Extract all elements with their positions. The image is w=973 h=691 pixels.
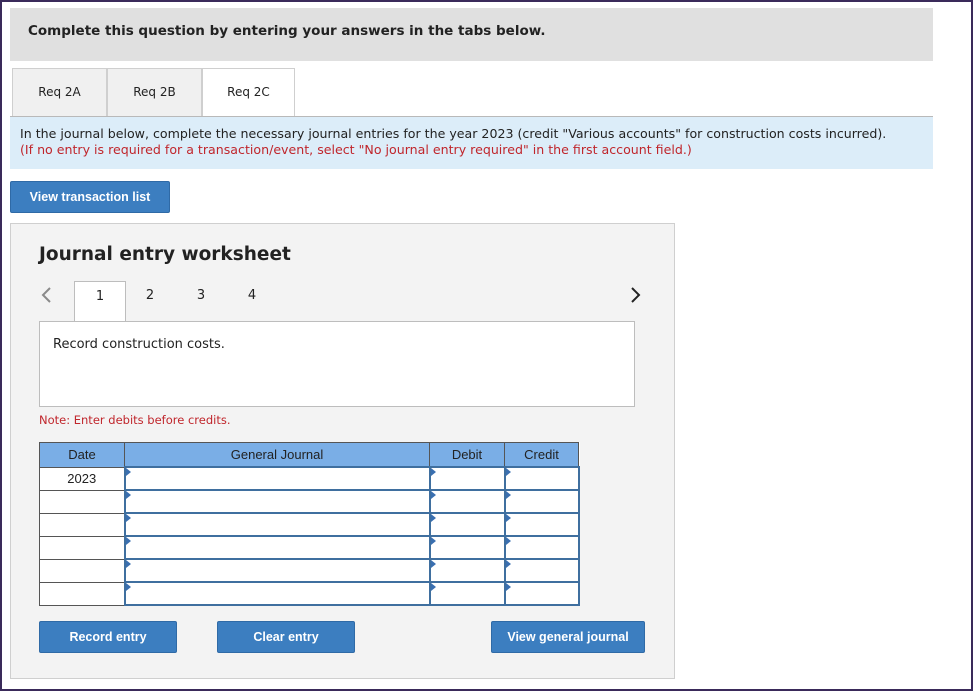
credit-input[interactable] [503, 512, 580, 537]
debit-input[interactable] [428, 581, 506, 606]
table-row [39, 581, 580, 606]
page-tab-3[interactable]: 3 [176, 281, 226, 321]
chevron-right-icon[interactable] [630, 286, 642, 308]
date-cell [39, 535, 125, 560]
credit-input[interactable] [503, 581, 580, 606]
account-select[interactable] [123, 489, 431, 514]
chevron-left-icon[interactable] [40, 286, 52, 308]
worksheet-title: Journal entry worksheet [39, 244, 291, 265]
account-select[interactable] [123, 535, 431, 560]
journal-table: Date General Journal Debit Credit 2023 [39, 442, 580, 606]
credit-input[interactable] [503, 489, 580, 514]
credit-input[interactable] [503, 558, 580, 583]
table-row [39, 535, 580, 560]
requirement-tabs: Req 2A Req 2B Req 2C [10, 68, 933, 117]
credit-input[interactable] [503, 466, 580, 491]
page-tab-2[interactable]: 2 [125, 281, 175, 321]
header-general-journal: General Journal [124, 442, 430, 468]
header-credit: Credit [504, 442, 579, 468]
date-cell: 2023 [39, 466, 125, 491]
record-entry-button[interactable]: Record entry [39, 621, 177, 653]
entry-description-box: Record construction costs. [39, 321, 635, 407]
table-row [39, 512, 580, 537]
debit-input[interactable] [428, 489, 506, 514]
header-date: Date [39, 442, 125, 468]
account-select[interactable] [123, 466, 431, 491]
tab-req-2b[interactable]: Req 2B [107, 68, 202, 117]
entry-description: Record construction costs. [53, 337, 225, 352]
debit-input[interactable] [428, 466, 506, 491]
table-row: 2023 [39, 466, 580, 491]
account-select[interactable] [123, 558, 431, 583]
banner-text: Complete this question by entering your … [28, 23, 546, 39]
date-cell [39, 489, 125, 514]
date-cell [39, 512, 125, 537]
credit-input[interactable] [503, 535, 580, 560]
instructions-panel: In the journal below, complete the neces… [10, 117, 933, 169]
view-transaction-list-button[interactable]: View transaction list [10, 181, 170, 213]
debit-input[interactable] [428, 535, 506, 560]
tab-req-2c[interactable]: Req 2C [202, 68, 295, 117]
clear-entry-button[interactable]: Clear entry [217, 621, 355, 653]
instruction-text: In the journal below, complete the neces… [20, 126, 887, 141]
account-select[interactable] [123, 512, 431, 537]
debit-credit-note: Note: Enter debits before credits. [39, 413, 231, 427]
tab-req-2a[interactable]: Req 2A [12, 68, 107, 117]
page-tab-1[interactable]: 1 [74, 281, 126, 323]
date-cell [39, 581, 125, 606]
page-tab-4[interactable]: 4 [227, 281, 277, 321]
instruction-warning: (If no entry is required for a transacti… [20, 142, 692, 157]
debit-input[interactable] [428, 558, 506, 583]
question-banner: Complete this question by entering your … [10, 8, 933, 61]
header-debit: Debit [429, 442, 505, 468]
table-row [39, 489, 580, 514]
table-row [39, 558, 580, 583]
date-cell [39, 558, 125, 583]
debit-input[interactable] [428, 512, 506, 537]
journal-entry-worksheet: Journal entry worksheet 1 2 3 4 Record c… [10, 223, 675, 679]
account-select[interactable] [123, 581, 431, 606]
view-general-journal-button[interactable]: View general journal [491, 621, 645, 653]
